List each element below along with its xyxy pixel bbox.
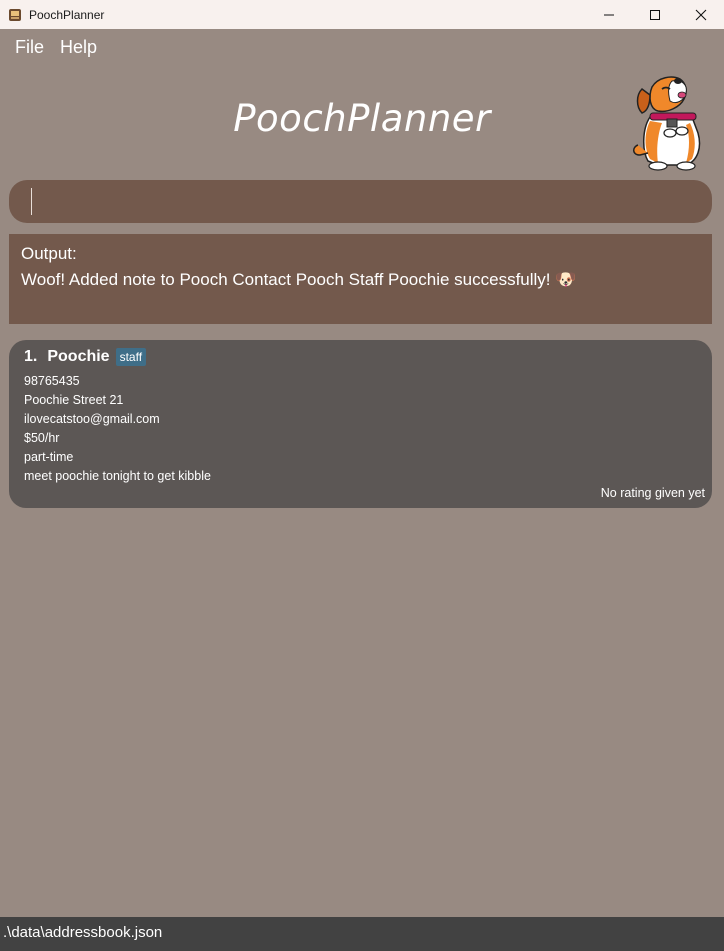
dog-mascot — [633, 76, 701, 171]
minimize-icon — [604, 14, 614, 15]
maximize-icon — [650, 9, 660, 20]
menu-bar: File Help — [0, 29, 724, 65]
contact-card-header: 1. Poochie staff — [24, 348, 147, 366]
output-label: Output: — [21, 244, 77, 263]
maximize-button[interactable] — [632, 0, 678, 29]
contact-phone: 98765435 — [24, 374, 80, 388]
status-bar: .\data\addressbook.json — [0, 917, 724, 951]
contact-tag: staff — [115, 348, 147, 366]
contact-name: Poochie — [47, 348, 110, 365]
result-display: Output: Woof! Added note to Pooch Contac… — [9, 234, 712, 324]
close-button[interactable] — [678, 0, 724, 29]
app-icon — [9, 8, 21, 21]
window-controls — [586, 0, 724, 29]
app-title: PoochPlanner — [233, 97, 491, 140]
menu-help[interactable]: Help — [52, 29, 105, 65]
contact-employment: part-time — [24, 450, 74, 464]
command-box[interactable] — [9, 180, 712, 223]
text-caret — [31, 188, 32, 215]
command-input[interactable] — [9, 180, 712, 223]
contact-rating: No rating given yet — [600, 486, 705, 500]
close-icon — [695, 9, 707, 20]
output-message: Woof! Added note to Pooch Contact Pooch … — [21, 270, 577, 289]
menu-file[interactable]: File — [7, 29, 52, 65]
contact-email: ilovecatstoo@gmail.com — [24, 412, 160, 426]
contact-address: Poochie Street 21 — [24, 393, 124, 407]
title-bar: PoochPlanner — [0, 0, 724, 29]
save-location: .\data\addressbook.json — [3, 924, 163, 941]
contact-details: 98765435 Poochie Street 21 ilovecatstoo@… — [24, 372, 211, 486]
contact-card[interactable]: 1. Poochie staff 98765435 Poochie Street… — [9, 340, 712, 508]
window-title: PoochPlanner — [29, 7, 105, 22]
contact-index: 1. — [24, 348, 38, 365]
contact-salary: $50/hr — [24, 431, 60, 445]
contact-note: meet poochie tonight to get kibble — [24, 469, 211, 483]
minimize-button[interactable] — [586, 0, 632, 29]
